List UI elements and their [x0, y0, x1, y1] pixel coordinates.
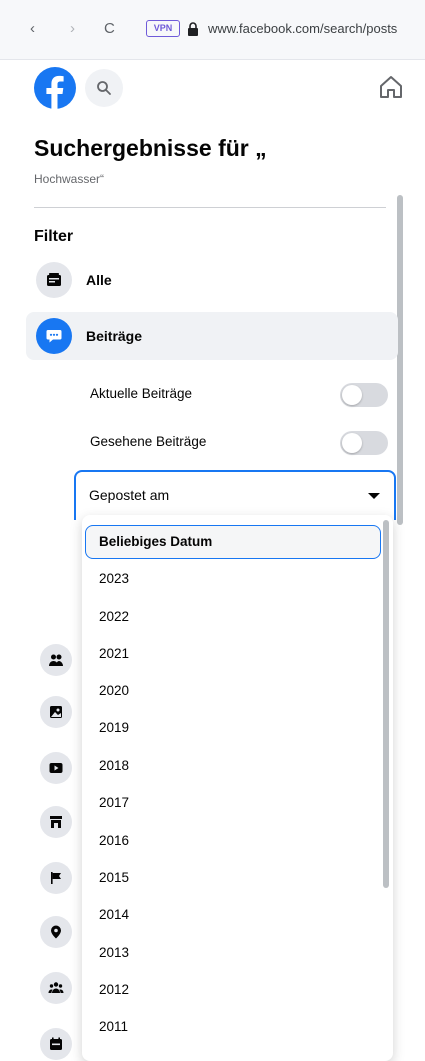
date-option-2020[interactable]: 2020	[85, 674, 381, 708]
option-label: 2017	[99, 795, 130, 810]
videos-icon[interactable]	[40, 752, 72, 784]
groups-icon[interactable]	[40, 972, 72, 1004]
date-option-2019[interactable]: 2019	[85, 711, 381, 745]
date-option-2016[interactable]: 2016	[85, 824, 381, 858]
option-label: 2013	[99, 945, 130, 960]
toggle-gesehene-beitraege[interactable]	[340, 431, 388, 455]
date-options-dropdown: Beliebiges Datum 2023 2022 2021 2020 201…	[82, 515, 393, 1061]
date-option-2021[interactable]: 2021	[85, 637, 381, 671]
option-label: 2014	[99, 907, 130, 922]
page-title: Suchergebnisse für „	[34, 135, 267, 161]
date-option-2017[interactable]: 2017	[85, 786, 381, 820]
option-label: 2012	[99, 982, 130, 997]
forward-button[interactable]: ›	[70, 20, 75, 37]
option-label: 2022	[99, 609, 130, 624]
people-icon[interactable]	[40, 644, 72, 676]
date-option-2014[interactable]: 2014	[85, 898, 381, 932]
filter-item-label: Beiträge	[86, 328, 143, 344]
date-option-2012[interactable]: 2012	[85, 973, 381, 1007]
back-button[interactable]: ‹	[30, 20, 35, 37]
option-label: 2020	[99, 683, 130, 698]
option-label: 2018	[99, 758, 130, 773]
option-label: 2023	[99, 571, 130, 586]
caret-down-icon	[368, 493, 380, 499]
events-icon[interactable]	[40, 1028, 72, 1060]
filter-heading: Filter	[34, 228, 74, 245]
date-option-any[interactable]: Beliebiges Datum	[85, 525, 381, 559]
feed-icon	[36, 262, 72, 298]
marketplace-icon[interactable]	[40, 806, 72, 838]
posts-icon	[36, 318, 72, 354]
date-option-2015[interactable]: 2015	[85, 861, 381, 895]
filter-item-label: Alle	[86, 272, 112, 288]
facebook-header	[0, 60, 425, 118]
date-option-2011[interactable]: 2011	[85, 1010, 381, 1044]
option-label: 2015	[99, 870, 130, 885]
posted-date-select[interactable]: Gepostet am	[74, 470, 396, 520]
facebook-logo[interactable]	[34, 67, 76, 109]
option-label: 2011	[99, 1019, 129, 1034]
sidebar-scrollbar-thumb[interactable]	[397, 195, 403, 525]
browser-toolbar: ‹ › C VPN www.facebook.com/search/posts	[0, 0, 425, 60]
option-label: Beliebiges Datum	[99, 534, 213, 549]
option-label: 2021	[99, 646, 130, 661]
filter-item-beitraege[interactable]: Beiträge	[26, 312, 398, 360]
date-option-2022[interactable]: 2022	[85, 600, 381, 634]
date-option-2023[interactable]: 2023	[85, 562, 381, 596]
dropdown-scrollbar-thumb[interactable]	[383, 520, 389, 888]
vpn-badge[interactable]: VPN	[146, 20, 180, 37]
search-query: Hochwasser“	[34, 172, 105, 186]
toggle-label-aktuelle: Aktuelle Beiträge	[90, 386, 193, 401]
address-bar-url[interactable]: www.facebook.com/search/posts	[208, 21, 397, 36]
option-label: 2016	[99, 833, 130, 848]
search-button[interactable]	[85, 69, 123, 107]
reload-button[interactable]: C	[104, 20, 115, 37]
toggle-knob	[342, 385, 362, 405]
toggle-aktuelle-beitraege[interactable]	[340, 383, 388, 407]
filter-item-alle[interactable]: Alle	[26, 256, 398, 304]
photos-icon[interactable]	[40, 696, 72, 728]
pages-icon[interactable]	[40, 862, 72, 894]
date-option-2013[interactable]: 2013	[85, 936, 381, 970]
toggle-knob	[342, 433, 362, 453]
search-icon	[97, 81, 111, 95]
posted-date-select-label: Gepostet am	[89, 487, 170, 503]
places-icon[interactable]	[40, 916, 72, 948]
lock-icon	[188, 22, 198, 36]
divider	[34, 207, 386, 208]
date-option-2018[interactable]: 2018	[85, 749, 381, 783]
home-icon[interactable]	[378, 74, 404, 100]
toggle-label-gesehene: Gesehene Beiträge	[90, 434, 207, 449]
option-label: 2019	[99, 720, 130, 735]
